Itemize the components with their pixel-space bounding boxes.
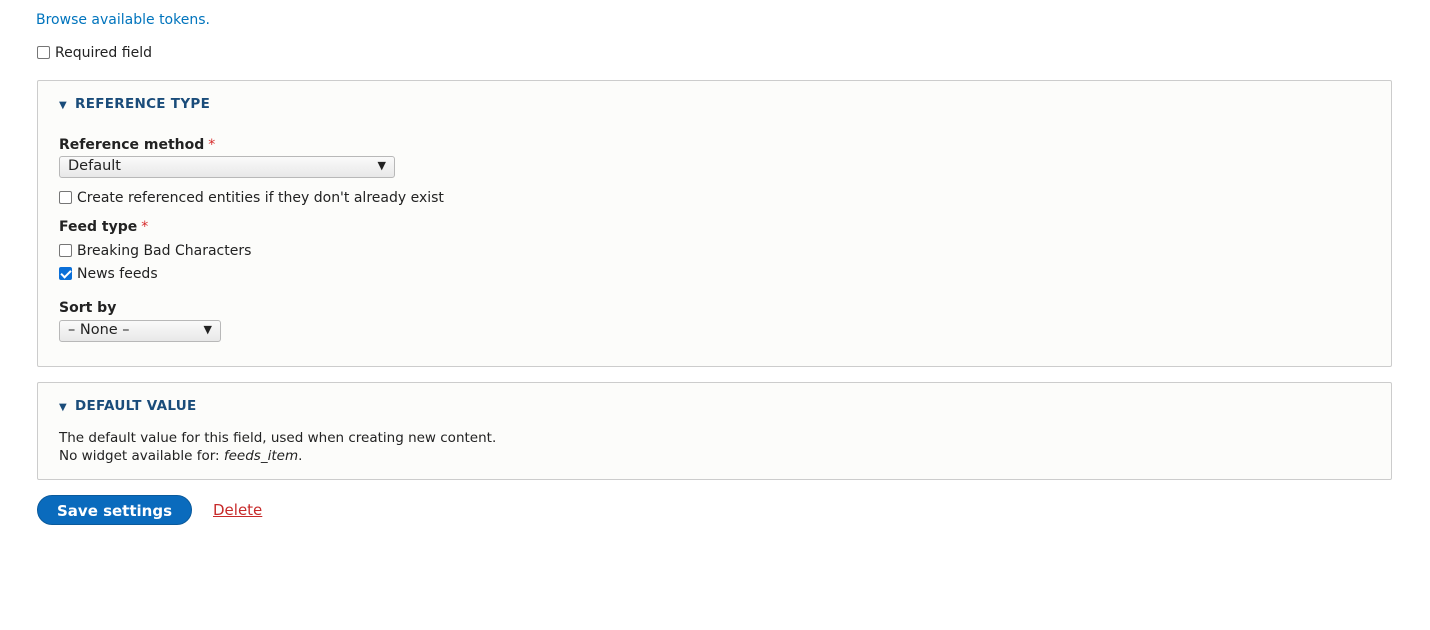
checkbox-icon[interactable]: [37, 46, 50, 59]
triangle-down-icon: ▼: [59, 402, 67, 413]
reference-type-toggle[interactable]: ▼ REFERENCE TYPE: [59, 96, 210, 112]
sort-by-label: Sort by: [59, 300, 117, 316]
checkbox-checked-icon[interactable]: [59, 267, 72, 280]
checkbox-label: Breaking Bad Characters: [77, 243, 252, 259]
save-settings-button[interactable]: Save settings: [37, 495, 192, 525]
feed-type-news-feeds-checkbox[interactable]: News feeds: [59, 266, 158, 282]
legend-text: DEFAULT VALUE: [75, 398, 197, 414]
default-value-description: The default value for this field, used w…: [59, 430, 497, 446]
widget-type: feeds_item: [223, 448, 299, 464]
sort-by-select[interactable]: – None – ▼: [59, 320, 221, 342]
reference-method-select[interactable]: Default ▼: [59, 156, 395, 178]
reference-type-fieldset: ▼ REFERENCE TYPE Reference method * Defaul…: [37, 80, 1392, 367]
feed-type-breaking-bad-checkbox[interactable]: Breaking Bad Characters: [59, 243, 251, 259]
delete-link[interactable]: Delete: [213, 501, 262, 519]
checkbox-icon[interactable]: [59, 191, 72, 204]
no-widget-message: No widget available for: feeds_item.: [59, 448, 302, 464]
dropdown-arrow-icon: ▼: [377, 159, 386, 172]
checkbox-label: Create referenced entities if they don't…: [77, 190, 444, 206]
required-field-label: Required field: [55, 45, 152, 61]
default-value-toggle[interactable]: ▼ DEFAULT VALUE: [59, 398, 197, 414]
triangle-down-icon: ▼: [59, 100, 67, 111]
dropdown-arrow-icon: ▼: [203, 323, 212, 336]
required-marker: *: [141, 219, 149, 235]
no-widget-text: No widget available for:: [59, 448, 224, 464]
create-entities-checkbox[interactable]: Create referenced entities if they don't…: [59, 190, 444, 206]
checkbox-label: News feeds: [77, 266, 158, 282]
select-value: Default: [68, 158, 121, 174]
period: .: [298, 448, 303, 464]
select-value: – None –: [68, 322, 130, 338]
feed-type-label: Feed type: [59, 219, 138, 235]
checkbox-icon[interactable]: [59, 244, 72, 257]
browse-tokens-link[interactable]: Browse available tokens.: [36, 12, 210, 28]
default-value-fieldset: ▼ DEFAULT VALUE The default value for thi…: [37, 382, 1392, 480]
required-marker: *: [208, 137, 216, 153]
reference-method-label: Reference method: [59, 137, 205, 153]
legend-text: REFERENCE TYPE: [75, 96, 211, 112]
required-field-checkbox[interactable]: Required field: [37, 45, 152, 61]
